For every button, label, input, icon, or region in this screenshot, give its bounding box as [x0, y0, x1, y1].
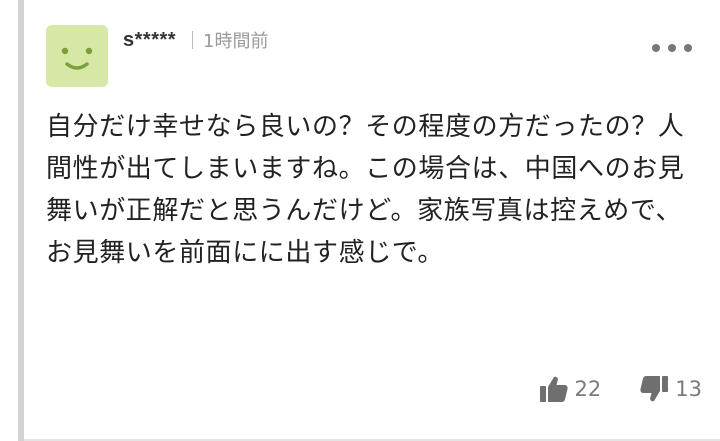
timestamp: 1時間前	[203, 31, 269, 52]
more-dots-icon	[652, 44, 660, 52]
author-name[interactable]: s*****	[123, 29, 176, 52]
reaction-bar: 22 13	[539, 372, 702, 406]
thumbs-up-icon	[539, 376, 568, 402]
more-dot	[684, 44, 692, 52]
thumbs-down-icon	[640, 376, 669, 402]
more-options-button[interactable]	[652, 41, 692, 55]
comment-body: 自分だけ幸せなら良いの？その程度の方だったの？人間性が出てしまいますね。この場合…	[46, 112, 685, 268]
comment-header: s***** 1時間前	[123, 26, 269, 54]
comment-card: s***** 1時間前 自分だけ幸せなら良いの？その程度の方だったの？人間性が出…	[24, 0, 720, 439]
header-divider	[192, 31, 194, 49]
smiley-face-icon	[61, 47, 93, 70]
avatar[interactable]	[46, 25, 108, 87]
dislike-count: 13	[675, 377, 702, 401]
like-button[interactable]: 22	[539, 375, 602, 403]
dislike-button[interactable]: 13	[639, 375, 702, 403]
more-dot	[668, 44, 676, 52]
like-count: 22	[574, 377, 602, 401]
